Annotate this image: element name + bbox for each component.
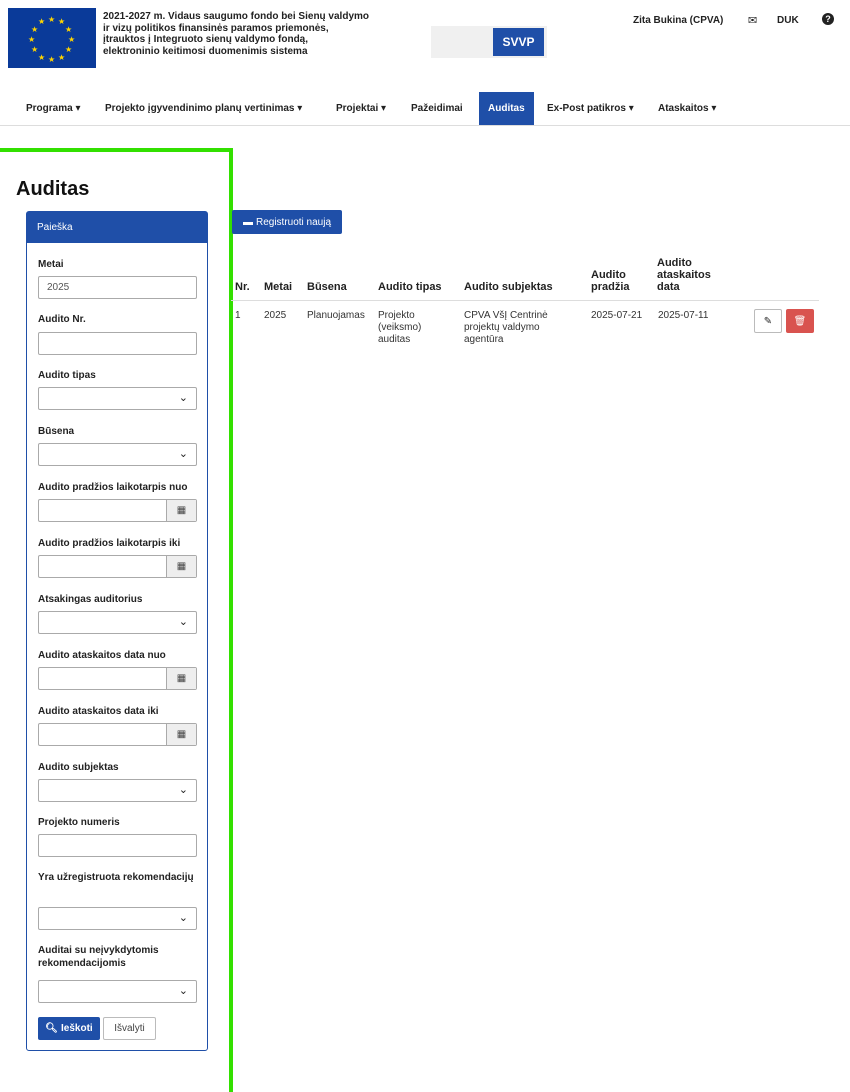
col-header-nr[interactable]: Nr. <box>235 281 250 293</box>
neivykdytos-label: Auditai su neįvykdytomis rekomendacijomi… <box>38 945 159 969</box>
projekto-numeris-label: Projekto numeris <box>38 817 120 828</box>
col-header-audito-subjektas[interactable]: Audito subjektas <box>464 281 553 293</box>
subjektas-select[interactable]: ⌄ <box>38 779 197 802</box>
subjektas-label: Audito subjektas <box>38 762 119 773</box>
system-title: 2021-2027 m. Vidaus saugumo fondo bei Si… <box>103 11 393 57</box>
delete-button[interactable]: 🗑︎ <box>786 309 814 333</box>
rekomendaciju-select[interactable]: ⌄ <box>38 907 197 930</box>
system-title-line: ir vizų politikos finansinės paramos pri… <box>103 22 329 34</box>
help-icon[interactable]: ? <box>822 13 834 25</box>
ataskaita-iki-label: Audito ataskaitos data iki <box>38 706 159 717</box>
busena-select[interactable]: ⌄ <box>38 443 197 466</box>
table-cell-audito-subjektas: CPVA VšĮ Centrinė projektų valdymo agent… <box>464 310 548 345</box>
nav-plan-vertinimas[interactable]: Projekto įgyvendinimo planų vertinimas ▾ <box>105 92 302 125</box>
metai-input[interactable]: 2025 <box>38 276 197 299</box>
table-cell-audito-pradzia: 2025-07-21 <box>591 310 643 321</box>
col-header-ataskaitos-data[interactable]: Audito ataskaitos data <box>657 257 727 293</box>
chevron-down-icon: ⌄ <box>178 616 188 628</box>
search-panel-title: Paieška <box>27 212 207 243</box>
pradzia-iki-label: Audito pradžios laikotarpis iki <box>38 538 181 549</box>
chevron-down-icon: ⌄ <box>178 448 188 460</box>
trash-icon: 🗑︎ <box>793 315 807 327</box>
audito-nr-input[interactable] <box>38 332 197 355</box>
calendar-icon[interactable]: ▦ <box>166 556 196 577</box>
main-nav: Programa ▾ Projekto įgyvendinimo planų v… <box>0 92 850 126</box>
duk-link[interactable]: DUK <box>777 15 799 26</box>
table-cell-ataskaitos-data: 2025-07-11 <box>658 310 709 321</box>
register-new-label: Registruoti naują <box>255 216 332 228</box>
chevron-down-icon: ⌄ <box>178 985 188 997</box>
edit-icon: ✎ <box>763 315 773 327</box>
col-header-metai[interactable]: Metai <box>264 281 292 293</box>
table-cell-metai: 2025 <box>264 310 287 321</box>
audito-tipas-label: Audito tipas <box>38 370 96 381</box>
table-cell-busena: Planuojamas <box>307 310 365 321</box>
pradzia-nuo-date[interactable]: ▦ <box>38 499 197 522</box>
mail-icon[interactable]: ✉ <box>748 14 757 27</box>
eu-flag-logo: ★ ★ ★ ★ ★ ★ ★ ★ ★ ★ ★ ★ <box>8 8 96 68</box>
chevron-down-icon: ⌄ <box>178 912 188 924</box>
nav-ataskaitos[interactable]: Ataskaitos ▾ <box>658 92 716 125</box>
user-name-link[interactable]: Zita Bukina (CPVA) <box>633 15 723 26</box>
calendar-icon[interactable]: ▦ <box>166 668 196 689</box>
comment-icon: ▬ <box>242 216 253 228</box>
metai-label: Metai <box>38 259 64 270</box>
audito-tipas-select[interactable]: ⌄ <box>38 387 197 410</box>
rekomendaciju-label: Yra užregistruota rekomendacijų <box>38 872 194 883</box>
table-header-divider <box>231 300 819 301</box>
edit-button[interactable]: ✎ <box>754 309 782 333</box>
page-title: Auditas <box>16 178 90 200</box>
table-cell-audito-tipas: Projekto (veiksmo) auditas <box>378 310 422 345</box>
busena-label: Būsena <box>38 426 75 437</box>
auditorius-select[interactable]: ⌄ <box>38 611 197 634</box>
projekto-numeris-input[interactable] <box>38 834 197 857</box>
chevron-down-icon: ⌄ <box>178 392 188 404</box>
ataskaita-nuo-label: Audito ataskaitos data nuo <box>38 650 166 661</box>
system-title-line: įtrauktos į Integruoto sienų valdymo fon… <box>103 34 309 45</box>
chevron-down-icon: ⌄ <box>178 784 188 796</box>
nav-ex-post[interactable]: Ex-Post patikros ▾ <box>547 92 634 125</box>
nav-projektai[interactable]: Projektai ▾ <box>336 92 386 125</box>
auditorius-label: Atsakingas auditorius <box>38 594 143 605</box>
audito-nr-label: Audito Nr. <box>38 314 86 325</box>
nav-auditas[interactable]: Auditas <box>479 92 534 125</box>
pradzia-nuo-label: Audito pradžios laikotarpis nuo <box>38 482 188 493</box>
col-header-audito-pradzia[interactable]: Audito pradžia <box>591 269 631 293</box>
neivykdytos-select[interactable]: ⌄ <box>38 980 197 1003</box>
pradzia-iki-date[interactable]: ▦ <box>38 555 197 578</box>
clear-button[interactable]: Išvalyti <box>103 1017 156 1040</box>
system-title-line: 2021-2027 m. Vidaus saugumo fondo bei Si… <box>103 11 370 22</box>
calendar-icon[interactable]: ▦ <box>166 500 196 521</box>
table-cell-nr: 1 <box>235 310 241 321</box>
app-header: ★ ★ ★ ★ ★ ★ ★ ★ ★ ★ ★ ★ 2021-2027 m. Vid… <box>0 0 850 72</box>
nav-programa[interactable]: Programa ▾ <box>26 92 80 125</box>
register-new-button[interactable]: ▬ Registruoti naują <box>232 210 342 234</box>
svvp-logo[interactable]: SVVP <box>493 28 544 56</box>
ataskaita-nuo-date[interactable]: ▦ <box>38 667 197 690</box>
search-button[interactable]: 🔍︎ Ieškoti <box>38 1017 100 1040</box>
search-button-label: Ieškoti <box>61 1023 93 1034</box>
search-icon: 🔍︎ <box>45 1023 58 1034</box>
nav-pazeidimai[interactable]: Pažeidimai <box>411 92 463 125</box>
system-title-line: elektroninio keitimosi duomenimis sistem… <box>103 45 308 57</box>
col-header-audito-tipas[interactable]: Audito tipas <box>378 281 442 293</box>
col-header-busena[interactable]: Būsena <box>307 281 347 293</box>
ataskaita-iki-date[interactable]: ▦ <box>38 723 197 746</box>
calendar-icon[interactable]: ▦ <box>166 724 196 745</box>
